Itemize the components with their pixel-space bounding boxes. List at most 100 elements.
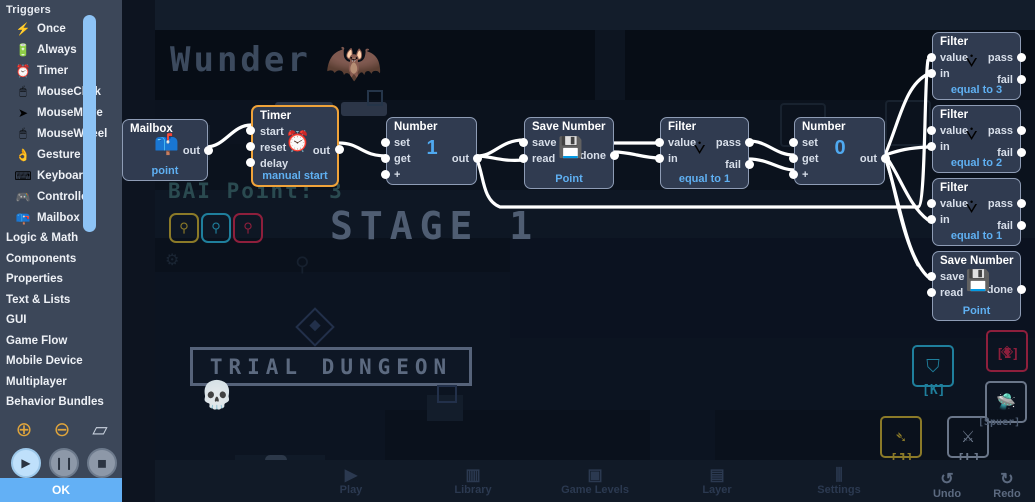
undo-button[interactable]: ↺ Undo bbox=[925, 471, 969, 500]
node-input-set[interactable]: set bbox=[802, 137, 818, 149]
node-input-in[interactable]: in bbox=[940, 141, 950, 153]
port-dot[interactable] bbox=[927, 142, 936, 151]
node-number0[interactable]: Number set get + out 0 bbox=[794, 117, 885, 185]
node-output-out[interactable]: out bbox=[183, 145, 200, 157]
node-filter1[interactable]: Filter value in pass fail ⩒ equal to 1 bbox=[660, 117, 749, 189]
node-input-in[interactable]: in bbox=[668, 153, 678, 165]
sidebar-category-gui[interactable]: GUI bbox=[0, 310, 122, 331]
port-dot[interactable] bbox=[881, 154, 890, 163]
port-dot[interactable] bbox=[789, 154, 798, 163]
sidebar-trigger-always[interactable]: 🔋 Always bbox=[0, 39, 122, 60]
port-dot[interactable] bbox=[655, 154, 664, 163]
zoom-in-tool[interactable]: ⊕ bbox=[10, 415, 38, 443]
node-output-out[interactable]: out bbox=[313, 145, 330, 157]
node-output-done[interactable]: done bbox=[987, 284, 1013, 296]
sidebar-trigger-mousemove[interactable]: ➤ MouseMove bbox=[0, 102, 122, 123]
nav-library[interactable]: ▥ Library bbox=[435, 467, 511, 496]
sidebar-category-properties[interactable]: Properties bbox=[0, 269, 122, 290]
stop-button[interactable]: ◼ bbox=[87, 448, 117, 478]
nav-layer[interactable]: ▤ Layer bbox=[679, 467, 755, 496]
port-dot[interactable] bbox=[927, 272, 936, 281]
node-input-in[interactable]: in bbox=[940, 214, 950, 226]
port-dot[interactable] bbox=[204, 146, 213, 155]
port-dot[interactable] bbox=[519, 154, 528, 163]
undo-redo-nav[interactable]: ↺ Undo ↻ Redo bbox=[925, 471, 1029, 500]
sidebar-category-game-flow[interactable]: Game Flow bbox=[0, 331, 122, 352]
trigger-list[interactable]: ⚡ Once 🔋 Always ⏰ Timer 🖱 MouseClick ➤ MouseMove 🖱… bbox=[0, 18, 122, 228]
node-input-plus[interactable]: + bbox=[802, 169, 808, 181]
sidebar-category-multiplayer[interactable]: Multiplayer bbox=[0, 372, 122, 393]
node-savenumber1[interactable]: Save Number save read done 💾 Point bbox=[524, 117, 614, 189]
node-filter3[interactable]: Filter value in pass fail ⩒ equal to 3 bbox=[932, 32, 1021, 100]
sidebar-category-behavior-bundles[interactable]: Behavior Bundles bbox=[0, 392, 122, 413]
level-canvas[interactable]: Wunder 🦇 BAI Point: 3 STAGE 1 ⚲ ⚲ ⚲ ⚲ ⚙ … bbox=[155, 0, 1035, 502]
nav-game-levels[interactable]: ▣ Game Levels bbox=[557, 467, 633, 496]
sidebar-trigger-once[interactable]: ⚡ Once bbox=[0, 18, 122, 39]
port-dot[interactable] bbox=[927, 199, 936, 208]
sidebar-trigger-mousewheel[interactable]: 🖱 MouseWheel bbox=[0, 123, 122, 144]
port-dot[interactable] bbox=[610, 151, 619, 160]
node-input-read[interactable]: read bbox=[940, 287, 963, 299]
port-dot[interactable] bbox=[246, 158, 255, 167]
node-filter2[interactable]: Filter value in pass fail ⩒ equal to 2 bbox=[932, 105, 1021, 173]
sidebar-trigger-gesture[interactable]: 👌 Gesture bbox=[0, 144, 122, 165]
tool-row[interactable]: ⊕ ⊖ ▱ bbox=[0, 415, 122, 445]
node-input-in[interactable]: in bbox=[940, 68, 950, 80]
node-savenumber2[interactable]: Save Number save read done 💾 Point bbox=[932, 251, 1021, 321]
node-input-read[interactable]: read bbox=[532, 153, 555, 165]
node-timer[interactable]: Timer start reset delay out ⏰ manual start bbox=[251, 105, 339, 187]
port-dot[interactable] bbox=[745, 138, 754, 147]
transport-row[interactable]: ▶ ❙❙ ◼ bbox=[0, 447, 122, 478]
node-output-pass[interactable]: pass bbox=[988, 125, 1013, 137]
sidebar-trigger-mouseclick[interactable]: 🖱 MouseClick bbox=[0, 81, 122, 102]
node-input-get[interactable]: get bbox=[802, 153, 819, 165]
port-dot[interactable] bbox=[927, 288, 936, 297]
sidebar-trigger-mailbox[interactable]: 📪 Mailbox bbox=[0, 207, 122, 228]
node-output-pass[interactable]: pass bbox=[988, 198, 1013, 210]
redo-button[interactable]: ↻ Redo bbox=[985, 471, 1029, 500]
node-input-start[interactable]: start bbox=[260, 126, 284, 138]
port-dot[interactable] bbox=[381, 170, 390, 179]
node-output-pass[interactable]: pass bbox=[988, 52, 1013, 64]
port-dot[interactable] bbox=[381, 154, 390, 163]
play-button[interactable]: ▶ bbox=[11, 448, 41, 478]
port-dot[interactable] bbox=[1017, 148, 1026, 157]
node-input-get[interactable]: get bbox=[394, 153, 411, 165]
node-input-value[interactable]: value bbox=[668, 137, 696, 149]
sidebar-scrollbar[interactable] bbox=[83, 15, 96, 232]
node-input-delay[interactable]: delay bbox=[260, 158, 288, 170]
port-dot[interactable] bbox=[519, 138, 528, 147]
port-dot[interactable] bbox=[1017, 285, 1026, 294]
port-dot[interactable] bbox=[789, 138, 798, 147]
port-dot[interactable] bbox=[927, 215, 936, 224]
sidebar-category-mobile-device[interactable]: Mobile Device bbox=[0, 351, 122, 372]
port-dot[interactable] bbox=[246, 142, 255, 151]
sidebar-trigger-timer[interactable]: ⏰ Timer bbox=[0, 60, 122, 81]
node-input-set[interactable]: set bbox=[394, 137, 410, 149]
node-number1[interactable]: Number set get + out 1 bbox=[386, 117, 477, 185]
node-filter1b[interactable]: Filter value in pass fail ⩒ equal to 1 bbox=[932, 178, 1021, 246]
pause-button[interactable]: ❙❙ bbox=[49, 448, 79, 478]
port-dot[interactable] bbox=[335, 145, 344, 154]
port-dot[interactable] bbox=[927, 69, 936, 78]
node-output-out[interactable]: out bbox=[452, 153, 469, 165]
node-output-pass[interactable]: pass bbox=[716, 137, 741, 149]
port-dot[interactable] bbox=[246, 126, 255, 135]
node-input-save[interactable]: save bbox=[532, 137, 556, 149]
port-dot[interactable] bbox=[1017, 199, 1026, 208]
port-dot[interactable] bbox=[1017, 75, 1026, 84]
zoom-out-tool[interactable]: ⊖ bbox=[48, 415, 76, 443]
port-dot[interactable] bbox=[381, 138, 390, 147]
port-dot[interactable] bbox=[1017, 126, 1026, 135]
ok-button[interactable]: OK bbox=[0, 478, 122, 502]
select-tool[interactable]: ▱ bbox=[86, 415, 114, 443]
port-dot[interactable] bbox=[473, 154, 482, 163]
node-input-value[interactable]: value bbox=[940, 125, 968, 137]
node-output-out[interactable]: out bbox=[860, 153, 877, 165]
port-dot[interactable] bbox=[1017, 221, 1026, 230]
port-dot[interactable] bbox=[1017, 53, 1026, 62]
sidebar-trigger-keyboard[interactable]: ⌨ Keyboard bbox=[0, 165, 122, 186]
node-input-value[interactable]: value bbox=[940, 198, 968, 210]
port-dot[interactable] bbox=[745, 160, 754, 169]
nav-play[interactable]: ▶ Play bbox=[313, 467, 389, 496]
